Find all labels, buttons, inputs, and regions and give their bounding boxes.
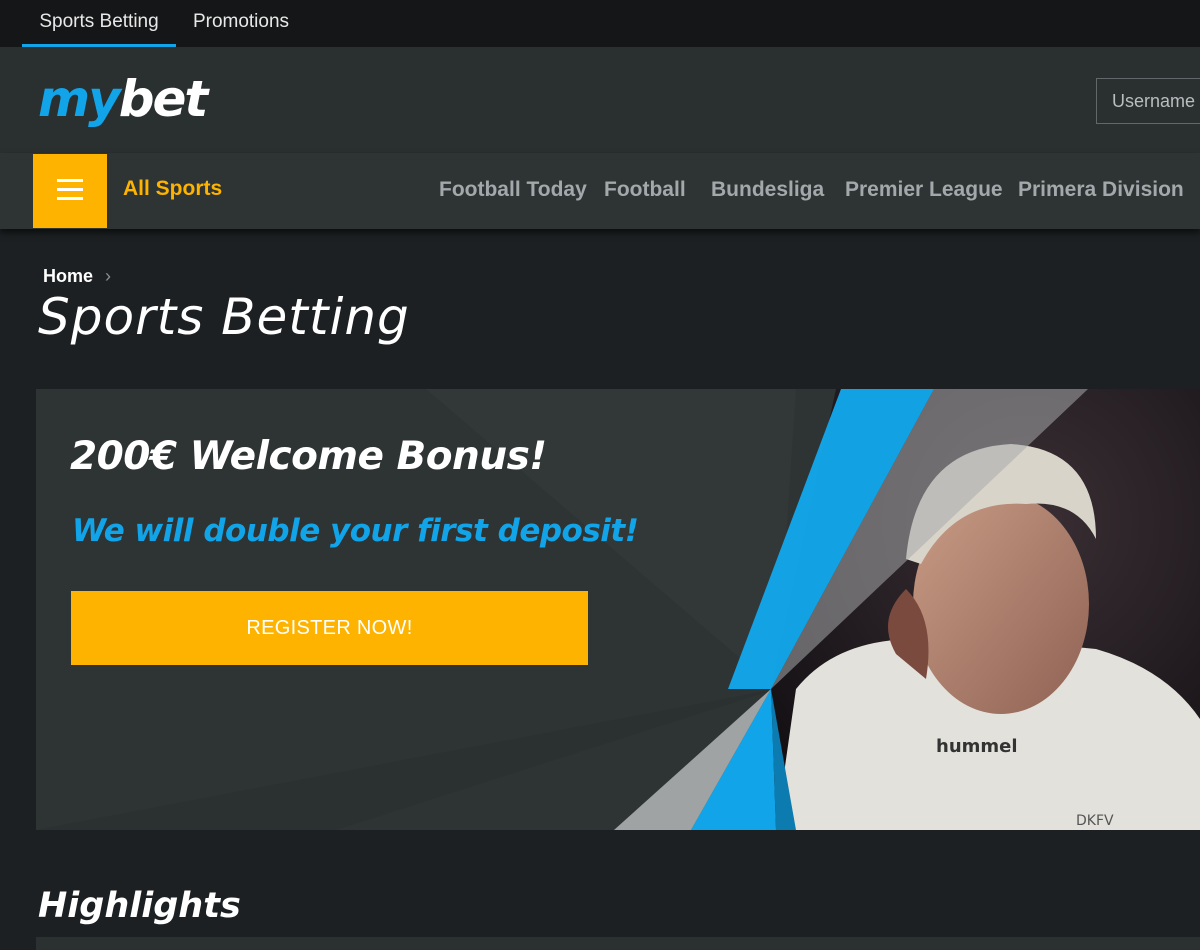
badge-text: DKFV	[1076, 813, 1114, 829]
menu-bar-middle	[57, 188, 83, 191]
nav-link-primera-division[interactable]: Primera Division	[1018, 178, 1184, 202]
tab-sports-betting[interactable]: Sports Betting	[22, 0, 176, 47]
username-input[interactable]	[1096, 78, 1200, 124]
menu-bar-bottom	[57, 197, 83, 200]
nav-link-bundesliga[interactable]: Bundesliga	[711, 178, 824, 202]
nav-link-premier-league[interactable]: Premier League	[845, 178, 1003, 202]
highlights-panel	[36, 937, 1200, 950]
welcome-bonus-banner[interactable]: hummel DKFV 200€ Welcome Bonus! We will …	[36, 389, 1200, 830]
jersey-text: hummel	[936, 736, 1018, 757]
sports-nav: All Sports Football Today Football Bunde…	[0, 153, 1200, 229]
highlights-heading: Highlights	[38, 886, 241, 926]
tab-promotions[interactable]: Promotions	[180, 0, 302, 47]
breadcrumb: Home ›	[43, 266, 111, 287]
logo-bet-text: bet	[118, 70, 209, 128]
nav-link-football[interactable]: Football	[604, 178, 686, 202]
site-header: mybet	[0, 47, 1200, 153]
chevron-right-icon: ›	[105, 266, 112, 286]
all-sports-link[interactable]: All Sports	[123, 177, 222, 201]
register-now-button[interactable]: REGISTER NOW!	[71, 591, 588, 665]
top-tabs-bar: Sports Betting Promotions	[0, 0, 1200, 47]
breadcrumb-home[interactable]: Home	[43, 266, 93, 286]
nav-link-football-today[interactable]: Football Today	[439, 178, 587, 202]
logo-my-text: my	[38, 70, 121, 128]
menu-bar-top	[57, 179, 83, 182]
hamburger-menu-icon[interactable]	[33, 154, 107, 228]
page-title: Sports Betting	[38, 288, 410, 346]
bonus-subtitle: We will double your first deposit!	[72, 513, 639, 549]
bonus-title: 200€ Welcome Bonus!	[70, 434, 547, 479]
mybet-logo[interactable]: mybet	[38, 69, 209, 129]
